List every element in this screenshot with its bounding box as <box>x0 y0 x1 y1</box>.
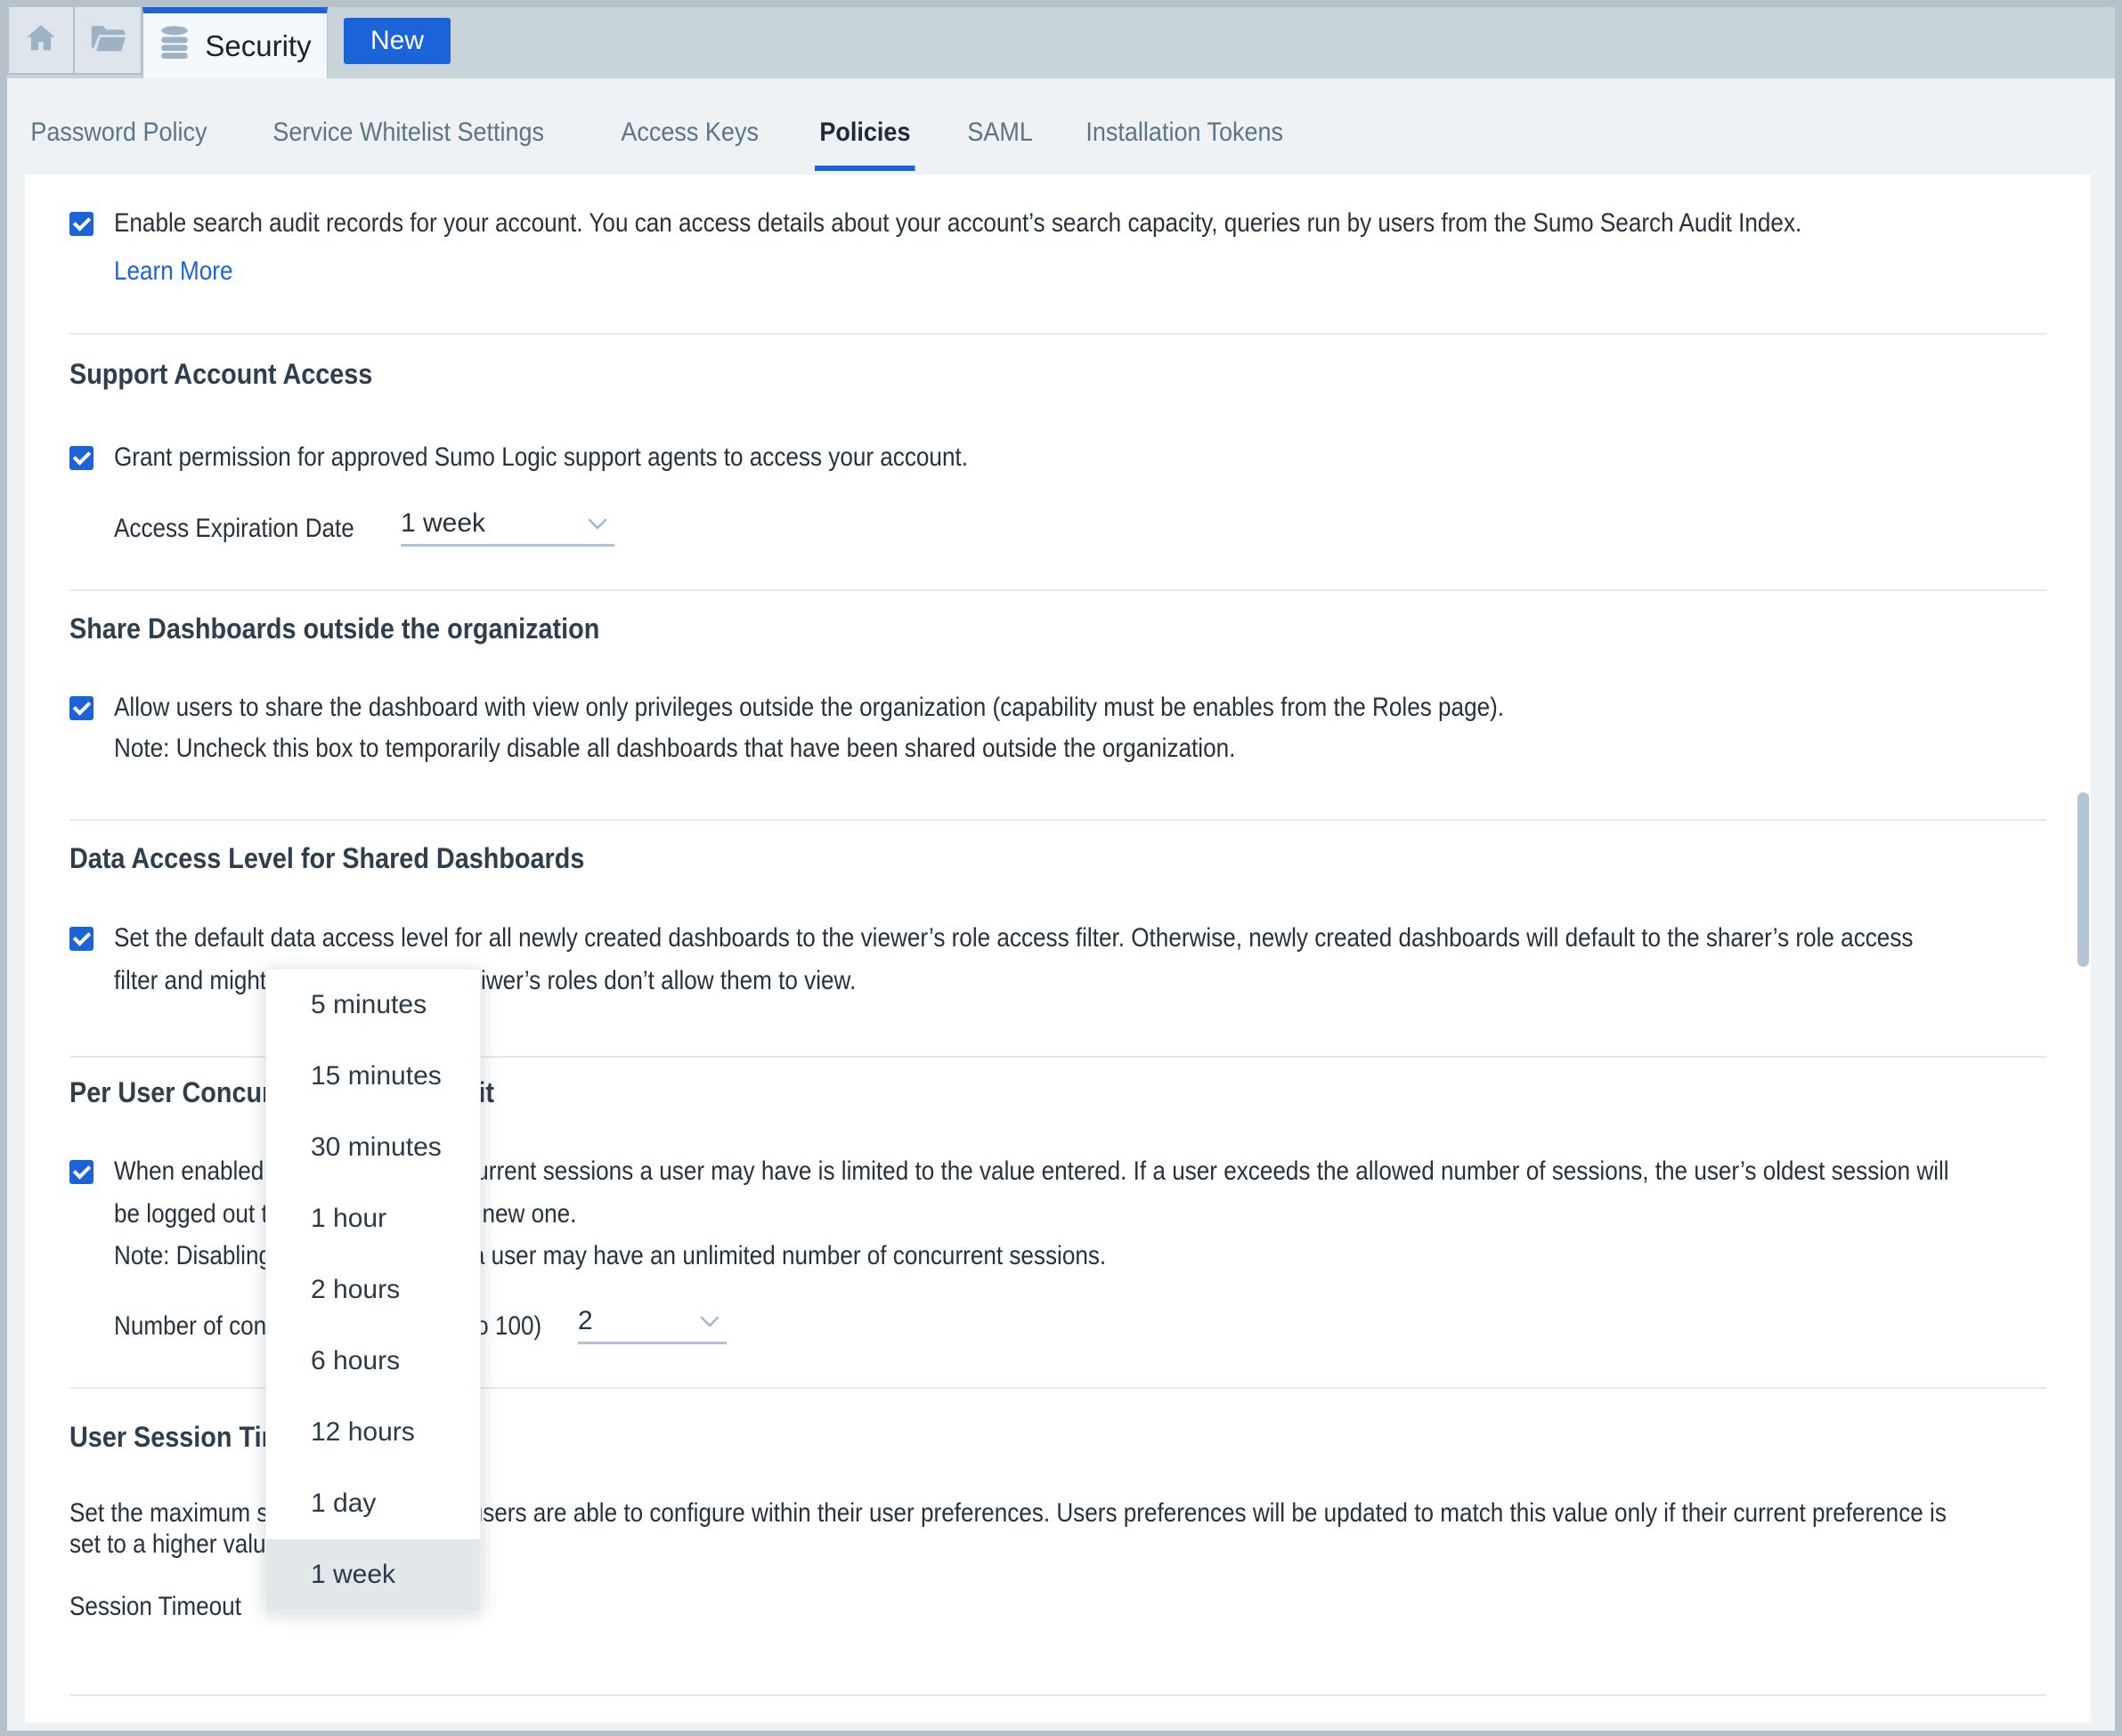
app-window: Security New Password Policy Service Whi… <box>7 7 2115 1731</box>
share-dashboards-checkbox[interactable] <box>69 696 93 720</box>
divider <box>69 1694 2046 1696</box>
tab-security[interactable]: Security <box>142 7 328 78</box>
data-access-line1: Set the default data access level for al… <box>114 923 1913 953</box>
dropdown-option-5-minutes[interactable]: 5 minutes <box>266 969 480 1041</box>
access-expiration-select[interactable]: 1 week <box>401 506 614 547</box>
dropdown-option-1-day[interactable]: 1 day <box>266 1468 480 1539</box>
settings-nav: Password Policy Service Whitelist Settin… <box>7 78 2115 174</box>
folder-tab[interactable] <box>75 7 142 75</box>
nav-installation-tokens[interactable]: Installation Tokens <box>1065 118 1304 148</box>
dropdown-option-6-hours[interactable]: 6 hours <box>266 1326 480 1397</box>
concurrent-sessions-value: 2 <box>578 1306 593 1336</box>
dropdown-option-12-hours[interactable]: 12 hours <box>266 1397 480 1468</box>
nav-saml[interactable]: SAML <box>947 118 1053 148</box>
dropdown-option-30-minutes[interactable]: 30 minutes <box>266 1112 480 1183</box>
folder-icon <box>87 20 128 61</box>
nav-password-policy[interactable]: Password Policy <box>10 118 228 148</box>
support-access-checkbox[interactable] <box>69 446 93 470</box>
session-timeout-field-label: Session Timeout <box>69 1592 241 1622</box>
session-timeout-para2: set to a higher value. <box>69 1529 285 1560</box>
nav-service-whitelist-settings[interactable]: Service Whitelist Settings <box>252 118 565 148</box>
chevron-down-icon <box>588 518 607 534</box>
divider <box>69 589 2046 591</box>
support-access-label: Grant permission for approved Sumo Logic… <box>114 442 968 473</box>
search-audit-checkbox[interactable] <box>69 212 93 236</box>
dropdown-option-2-hours[interactable]: 2 hours <box>266 1254 480 1326</box>
dropdown-option-1-hour[interactable]: 1 hour <box>266 1183 480 1254</box>
support-account-access-heading: Support Account Access <box>69 357 372 391</box>
new-button[interactable]: New <box>344 18 451 64</box>
top-tab-bar: Security New <box>7 7 2115 78</box>
session-timeout-dropdown: 5 minutes 15 minutes 30 minutes 1 hour 2… <box>265 969 481 1611</box>
vertical-scrollbar-thumb[interactable] <box>2077 792 2089 967</box>
home-tab[interactable] <box>7 7 75 75</box>
data-access-line2: filter and might show data that the viwe… <box>114 966 856 996</box>
access-expiration-value: 1 week <box>401 508 485 539</box>
divider <box>69 819 2046 821</box>
share-dashboards-line1: Allow users to share the dashboard with … <box>114 693 1504 723</box>
nav-access-keys[interactable]: Access Keys <box>600 118 779 148</box>
share-dashboards-heading: Share Dashboards outside the organizatio… <box>69 612 599 645</box>
concurrent-sessions-select[interactable]: 2 <box>578 1303 727 1344</box>
database-icon <box>159 26 191 66</box>
chevron-down-icon <box>700 1316 720 1332</box>
access-expiration-date-label: Access Expiration Date <box>114 514 354 544</box>
share-dashboards-note: Note: Uncheck this box to temporarily di… <box>114 734 1235 764</box>
session-limit-checkbox[interactable] <box>69 1160 93 1184</box>
tab-security-label: Security <box>205 29 311 63</box>
search-audit-label: Enable search audit records for your acc… <box>114 208 1801 239</box>
home-icon <box>22 20 60 61</box>
nav-policies[interactable]: Policies <box>799 118 931 148</box>
dropdown-option-1-week[interactable]: 1 week <box>266 1539 480 1610</box>
learn-more-link[interactable]: Learn More <box>114 256 232 287</box>
data-access-level-heading: Data Access Level for Shared Dashboards <box>69 841 584 875</box>
divider <box>69 333 2046 335</box>
dropdown-option-15-minutes[interactable]: 15 minutes <box>266 1041 480 1112</box>
data-access-checkbox[interactable] <box>69 927 93 951</box>
session-limit-note: Note: Disabling this setting means a use… <box>114 1241 1106 1271</box>
